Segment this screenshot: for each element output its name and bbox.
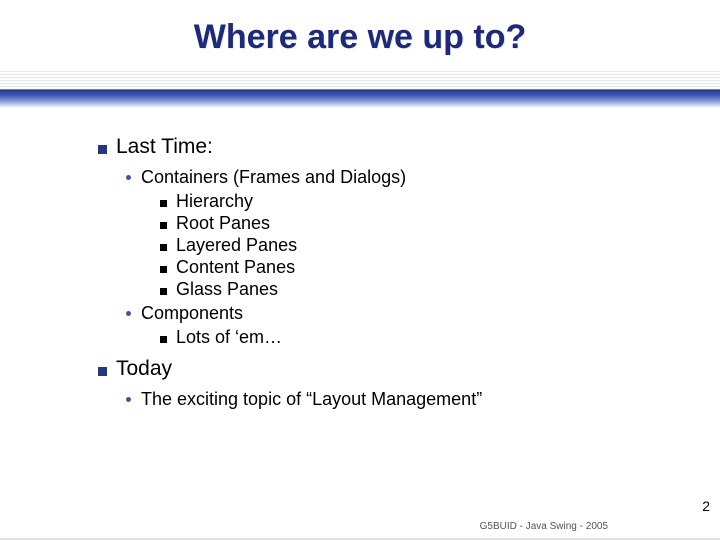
sub-bullet-item: Lots of ‘em… <box>160 327 720 348</box>
dot-bullet-icon <box>126 175 131 180</box>
square-bullet-icon <box>98 367 107 376</box>
sub-bullet-label: Hierarchy <box>176 191 253 212</box>
small-square-bullet-icon <box>160 222 167 229</box>
bullet-label: Components <box>141 303 243 324</box>
section-heading-last-time: Last Time: <box>98 135 720 159</box>
slide-header: Where are we up to? <box>0 0 720 107</box>
small-square-bullet-icon <box>160 336 167 343</box>
dot-bullet-icon <box>126 397 131 402</box>
small-square-bullet-icon <box>160 200 167 207</box>
sub-bullet-label: Root Panes <box>176 213 270 234</box>
square-bullet-icon <box>98 145 107 154</box>
sub-bullet-item: Root Panes <box>160 213 720 234</box>
section-heading-today: Today <box>98 357 720 381</box>
small-square-bullet-icon <box>160 266 167 273</box>
sub-bullet-label: Layered Panes <box>176 235 297 256</box>
footer-course-text: G5BUID - Java Swing - 2005 <box>480 521 608 532</box>
header-bar <box>0 89 720 107</box>
bullet-item: Containers (Frames and Dialogs) <box>126 167 720 188</box>
section-heading-text: Today <box>116 357 172 381</box>
small-square-bullet-icon <box>160 244 167 251</box>
slide-title: Where are we up to? <box>0 18 720 57</box>
bullet-label: The exciting topic of “Layout Management… <box>141 389 482 410</box>
sub-bullet-label: Lots of ‘em… <box>176 327 282 348</box>
sub-bullet-item: Glass Panes <box>160 279 720 300</box>
dot-bullet-icon <box>126 311 131 316</box>
sub-bullet-label: Glass Panes <box>176 279 278 300</box>
bullet-label: Containers (Frames and Dialogs) <box>141 167 406 188</box>
slide-content: Last Time: Containers (Frames and Dialog… <box>0 107 720 410</box>
sub-bullet-label: Content Panes <box>176 257 295 278</box>
sub-bullet-item: Layered Panes <box>160 235 720 256</box>
sub-bullet-item: Hierarchy <box>160 191 720 212</box>
page-number: 2 <box>702 498 710 514</box>
bullet-item: Components <box>126 303 720 324</box>
header-rules <box>0 71 720 107</box>
bullet-item: The exciting topic of “Layout Management… <box>126 389 720 410</box>
sub-bullet-item: Content Panes <box>160 257 720 278</box>
section-heading-text: Last Time: <box>116 135 213 159</box>
small-square-bullet-icon <box>160 288 167 295</box>
section-spacer <box>98 349 720 357</box>
header-thinlines <box>0 71 720 89</box>
